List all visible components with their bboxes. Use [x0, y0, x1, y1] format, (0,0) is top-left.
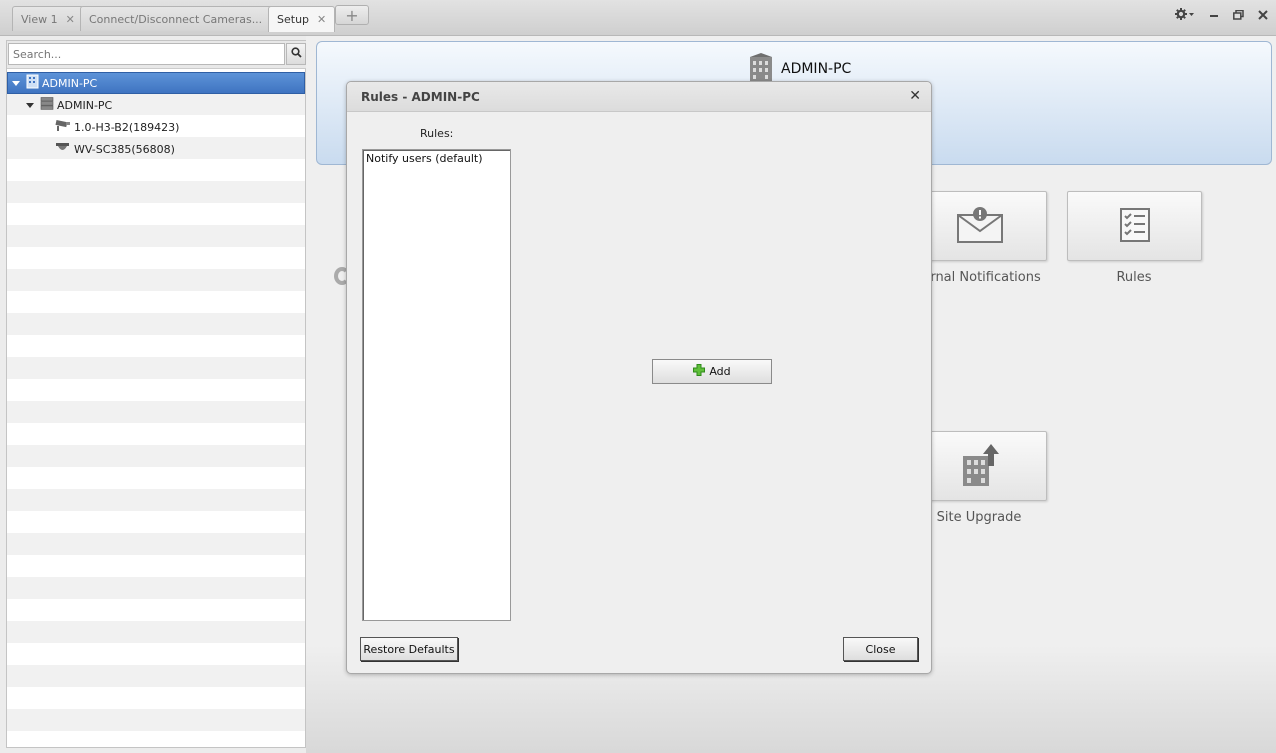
page-title-text: ADMIN-PC — [781, 61, 852, 77]
search-button[interactable] — [286, 43, 306, 65]
search-input[interactable] — [8, 43, 285, 65]
add-tab-button[interactable]: + — [335, 5, 369, 25]
site-upgrade-button[interactable] — [912, 431, 1047, 501]
tree-item-label: WV-SC385(56808) — [74, 142, 175, 156]
dialog-titlebar[interactable]: Rules - ADMIN-PC ✕ — [347, 82, 931, 112]
plus-icon — [693, 364, 706, 379]
add-rule-button[interactable]: Add — [652, 359, 772, 384]
tab-close-icon[interactable]: ✕ — [317, 13, 326, 26]
tab-label: Setup — [277, 13, 310, 26]
server-icon — [40, 97, 54, 113]
checklist-icon — [1119, 207, 1150, 245]
rules-list-label: Rules: — [420, 127, 454, 140]
close-button[interactable]: Close — [843, 637, 918, 661]
camera-icon — [55, 119, 71, 135]
tree-item-camera[interactable]: WV-SC385(56808) — [7, 138, 305, 160]
tree-item-label: 1.0-H3-B2(189423) — [74, 120, 180, 134]
dialog-title: Rules - ADMIN-PC — [361, 90, 480, 104]
site-icon — [26, 74, 39, 92]
building-upload-icon — [961, 442, 999, 491]
tree-item-server[interactable]: ADMIN-PC — [7, 94, 305, 116]
tab-view-1[interactable]: View 1 ✕ — [12, 6, 84, 31]
tree-item-label: ADMIN-PC — [57, 98, 113, 112]
envelope-icon — [956, 206, 1003, 246]
tree-item-camera[interactable]: 1.0-H3-B2(189423) — [7, 116, 305, 138]
minimize-icon[interactable] — [1209, 9, 1219, 23]
device-tree: ADMIN-PC ADMIN-PC 1.0-H3-B2(189423) WV-S… — [7, 71, 305, 747]
list-item[interactable]: Notify users (default) — [366, 152, 483, 165]
close-icon[interactable] — [1258, 9, 1268, 23]
rules-dialog: Rules - ADMIN-PC ✕ Rules: Notify users (… — [346, 81, 932, 674]
expand-arrow-icon[interactable] — [12, 80, 20, 86]
tab-connect-disconnect[interactable]: Connect/Disconnect Cameras... ✕ — [80, 6, 289, 31]
tab-label: Connect/Disconnect Cameras... — [89, 12, 263, 26]
tab-label: View 1 — [21, 12, 58, 26]
tree-item-label: ADMIN-PC — [42, 76, 98, 90]
restore-defaults-button[interactable]: Restore Defaults — [360, 637, 458, 661]
dome-camera-icon — [55, 142, 71, 157]
tab-bar: View 1 ✕ Connect/Disconnect Cameras... ✕… — [0, 0, 1276, 36]
expand-arrow-icon[interactable] — [26, 102, 34, 108]
left-panel: ADMIN-PC ADMIN-PC 1.0-H3-B2(189423) WV-S… — [6, 40, 307, 748]
search-icon — [290, 47, 302, 61]
window-controls — [1175, 8, 1268, 23]
tree-item-site[interactable]: ADMIN-PC — [7, 72, 305, 94]
search-bar — [7, 41, 307, 69]
rules-list[interactable]: Notify users (default) — [362, 149, 511, 621]
rules-label: Rules — [1116, 270, 1152, 285]
gear-icon[interactable] — [1175, 8, 1195, 23]
external-notifications-button[interactable] — [912, 191, 1047, 261]
tab-close-icon[interactable]: ✕ — [66, 13, 75, 26]
rules-button[interactable] — [1067, 191, 1202, 261]
add-rule-label: Add — [709, 365, 731, 378]
restore-icon[interactable] — [1233, 9, 1244, 23]
tab-setup[interactable]: Setup ✕ — [268, 6, 336, 32]
dialog-close-icon[interactable]: ✕ — [909, 88, 921, 104]
